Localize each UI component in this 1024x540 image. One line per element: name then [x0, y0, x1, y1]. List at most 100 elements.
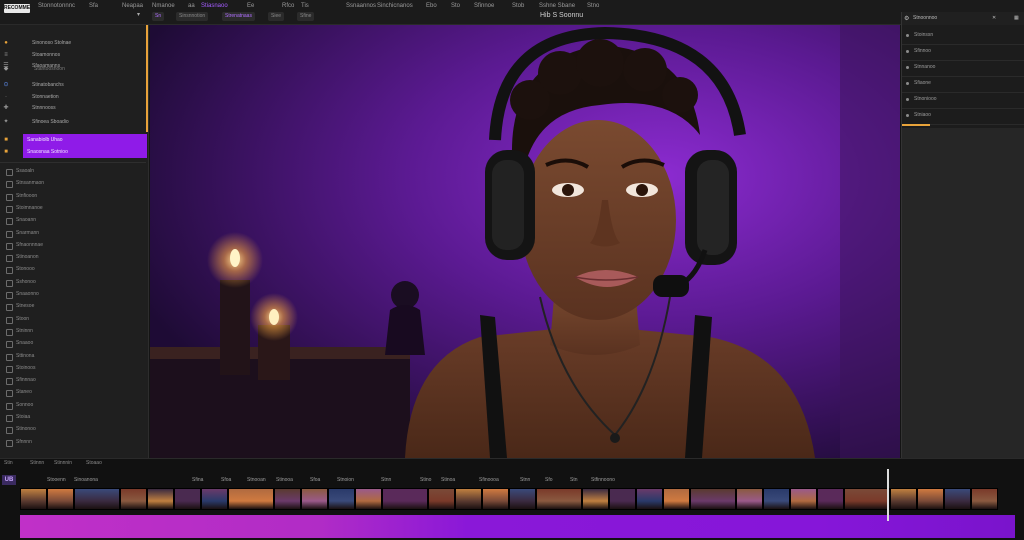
timeline-tool[interactable]: Stfinnoono	[591, 477, 615, 483]
property-row[interactable]: Stniaoo	[902, 108, 1024, 125]
clip-thumbnail[interactable]	[355, 488, 382, 510]
clip-thumbnail[interactable]	[690, 488, 736, 510]
timeline-tool[interactable]: Stinoa	[441, 477, 455, 483]
list-item[interactable]: Snaaoo	[0, 339, 146, 349]
effect-row[interactable]: ≡ Stoamonnos	[0, 51, 146, 60]
menu-item[interactable]: Stob	[512, 3, 524, 9]
toolbar-chip[interactable]: Siee	[268, 12, 285, 21]
timeline[interactable]: Stin Stinnn Stinnnin Stoaao UB Stooenn Si…	[0, 458, 1024, 540]
clip-thumbnail[interactable]	[328, 488, 355, 510]
video-track[interactable]	[0, 488, 1024, 512]
property-row[interactable]: Sfiaone	[902, 76, 1024, 93]
clip-thumbnail[interactable]	[147, 488, 174, 510]
property-row[interactable]: Stnoniooo	[902, 92, 1024, 109]
menu-item[interactable]: Ssnaannos	[346, 3, 376, 9]
list-item[interactable]: Sshonoo	[0, 278, 146, 288]
list-item[interactable]: Stoimnanoe	[0, 204, 146, 214]
list-item[interactable]: Stinoanon	[0, 253, 146, 263]
list-item[interactable]: Stoiaa	[0, 413, 146, 423]
list-item[interactable]: Stoinoos	[0, 364, 146, 374]
list-item[interactable]: Snaoann	[0, 216, 146, 226]
gear-icon[interactable]: ⚙	[904, 15, 909, 22]
dropdown-chevron-icon[interactable]: ▾	[137, 12, 142, 18]
clip-thumbnail[interactable]	[609, 488, 636, 510]
property-row[interactable]: Stnnanoo	[902, 60, 1024, 77]
list-item[interactable]: Sttinona	[0, 352, 146, 362]
clip-thumbnail[interactable]	[47, 488, 74, 510]
menu-item[interactable]: Sto	[451, 3, 460, 9]
timeline-tool[interactable]: Sfo	[545, 477, 553, 483]
clip-thumbnail[interactable]	[817, 488, 844, 510]
menu-item[interactable]: Sshne Sbane	[539, 3, 575, 9]
clip-thumbnail[interactable]	[844, 488, 890, 510]
menu-item[interactable]: Sfinnoe	[474, 3, 494, 9]
clip-thumbnail[interactable]	[201, 488, 228, 510]
menu-item[interactable]: Ebo	[426, 3, 437, 9]
effect-row[interactable]: · Stonnaetion	[0, 93, 146, 102]
effect-row[interactable]: ◆ Stantoosnoon	[0, 65, 146, 74]
menu-item[interactable]: Tis	[301, 3, 309, 9]
clip-thumbnail[interactable]	[301, 488, 328, 510]
list-item[interactable]: Sfnnnn	[0, 438, 146, 448]
timeline-tool[interactable]: Sfoa	[310, 477, 320, 483]
clip-thumbnail[interactable]	[482, 488, 509, 510]
timeline-tool[interactable]: Stnoion	[337, 477, 354, 483]
list-item[interactable]: Stonooo	[0, 265, 146, 275]
clip-thumbnail[interactable]	[944, 488, 971, 510]
clip-thumbnail[interactable]	[763, 488, 790, 510]
clip-thumbnail[interactable]	[890, 488, 917, 510]
toolbar-chip[interactable]: Sinsnnotion	[176, 12, 209, 21]
app-logo[interactable]: RECOMME	[4, 4, 30, 13]
property-row[interactable]: Stoinssn	[902, 28, 1024, 45]
menu-item[interactable]: Stonnotonnnc	[38, 3, 75, 9]
effect-row[interactable]: ✚ Stnnnooss	[0, 104, 146, 113]
list-item[interactable]: Sfinnnao	[0, 376, 146, 386]
clip-thumbnail[interactable]	[663, 488, 690, 510]
video-preview[interactable]	[150, 25, 900, 458]
clip-thumbnail[interactable]	[536, 488, 582, 510]
list-item[interactable]: Stninnn	[0, 327, 146, 337]
list-item[interactable]: Stoon	[0, 315, 146, 325]
timeline-tool[interactable]: Stooenn	[47, 477, 66, 483]
list-item[interactable]: Stnfiooon	[0, 192, 146, 202]
toolbar-chip[interactable]: Strenatnaas	[222, 12, 255, 21]
menu-item[interactable]: Nmanoe	[152, 3, 175, 9]
timeline-tool[interactable]: Sfina	[192, 477, 203, 483]
list-item[interactable]: Snarmann	[0, 229, 146, 239]
audio-track[interactable]	[20, 515, 1015, 538]
clip-thumbnail[interactable]	[509, 488, 536, 510]
clip-thumbnail[interactable]	[274, 488, 301, 510]
selected-effect[interactable]: Sanabiolb Uhao	[23, 134, 147, 146]
timeline-tool[interactable]: Stinooa	[276, 477, 293, 483]
clip-thumbnail[interactable]	[790, 488, 817, 510]
menu-item[interactable]: Stno	[587, 3, 599, 9]
timeline-tool[interactable]: Stnooan	[247, 477, 266, 483]
clip-thumbnail[interactable]	[636, 488, 663, 510]
clip-thumbnail[interactable]	[74, 488, 120, 510]
property-row[interactable]: Sfinnoo	[902, 44, 1024, 61]
list-item[interactable]: Stnesoe	[0, 302, 146, 312]
clip-thumbnail[interactable]	[120, 488, 147, 510]
timeline-tool[interactable]: Stnn	[381, 477, 391, 483]
list-item[interactable]: Sonnoo	[0, 401, 146, 411]
clip-thumbnail[interactable]	[736, 488, 763, 510]
list-item[interactable]: Snaaonno	[0, 290, 146, 300]
selected-effect[interactable]: Snaosnaa Sotnioo	[23, 146, 147, 158]
timeline-tool[interactable]: Sfinoooa	[479, 477, 499, 483]
clip-thumbnail[interactable]	[428, 488, 455, 510]
list-item[interactable]: Sfnaonnnae	[0, 241, 146, 251]
timeline-tool[interactable]: Sfoa	[221, 477, 231, 483]
menu-item[interactable]: aa	[188, 3, 195, 9]
menu-item[interactable]: Sinchicnanos	[377, 3, 413, 9]
clip-thumbnail[interactable]	[455, 488, 482, 510]
timeline-tool[interactable]: Stn	[570, 477, 578, 483]
menu-item[interactable]: Stiasnaoo	[201, 3, 228, 9]
effect-row[interactable]: ✦ Sfinoea Sboadio	[0, 118, 146, 127]
toolbar-chip[interactable]: Sn	[152, 12, 165, 21]
clip-thumbnail[interactable]	[20, 488, 47, 510]
clip-thumbnail[interactable]	[582, 488, 609, 510]
timeline-tool[interactable]: Sinoanona	[74, 477, 98, 483]
list-item[interactable]: Stnsanmaon	[0, 179, 146, 189]
grid-icon[interactable]: ▦	[1014, 15, 1019, 21]
effect-row[interactable]: ⊙ Stinatobanchs	[0, 81, 146, 90]
